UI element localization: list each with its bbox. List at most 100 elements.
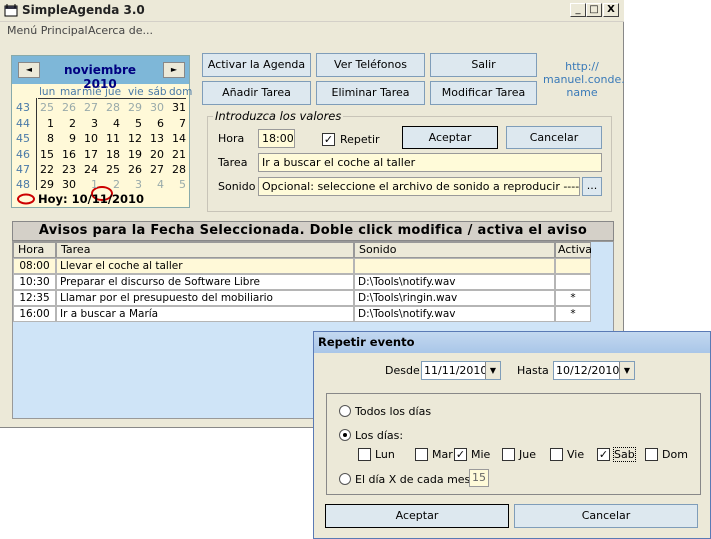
dialog-cancelar-button[interactable]: Cancelar: [514, 504, 698, 528]
table-cell[interactable]: Ir a buscar a María: [56, 306, 354, 322]
calendar-day[interactable]: 27: [144, 163, 164, 176]
calendar-day[interactable]: 14: [166, 132, 186, 145]
calendar-day[interactable]: 24: [78, 163, 98, 176]
col-header-hora[interactable]: Hora: [13, 242, 56, 258]
table-cell[interactable]: 16:00: [13, 306, 56, 322]
col-header-tarea[interactable]: Tarea: [56, 242, 354, 258]
table-cell[interactable]: D:\Tools\notify.wav: [354, 306, 555, 322]
calendar-day[interactable]: 18: [100, 148, 120, 161]
calendar-day[interactable]: 23: [56, 163, 76, 176]
calendar-day[interactable]: 6: [144, 117, 164, 130]
today-label[interactable]: Hoy: 10/11/2010: [38, 192, 144, 206]
calendar-day[interactable]: 3: [122, 178, 142, 191]
day-checkbox[interactable]: [415, 448, 428, 461]
calendar-day[interactable]: 26: [56, 101, 76, 114]
calendar-day[interactable]: 1: [34, 117, 54, 130]
calendar-day[interactable]: 15: [34, 148, 54, 161]
calendar-day[interactable]: 7: [166, 117, 186, 130]
radio-todos[interactable]: [339, 405, 351, 417]
calendar-day[interactable]: 19: [122, 148, 142, 161]
calendar-day[interactable]: 3: [78, 117, 98, 130]
hasta-select[interactable]: 10/12/2010 ▼: [553, 361, 635, 380]
cancelar-button[interactable]: Cancelar: [506, 126, 602, 149]
table-cell[interactable]: Llamar por el presupuesto del mobiliario: [56, 290, 354, 306]
dropdown-arrow-icon[interactable]: ▼: [619, 362, 634, 379]
table-cell[interactable]: 10:30: [13, 274, 56, 290]
eliminar-tarea-button[interactable]: Eliminar Tarea: [316, 81, 425, 105]
table-cell[interactable]: 08:00: [13, 258, 56, 274]
calendar-day[interactable]: 30: [56, 178, 76, 191]
calendar-day[interactable]: 25: [100, 163, 120, 176]
calendar-day[interactable]: 4: [144, 178, 164, 191]
calendar-day[interactable]: 12: [122, 132, 142, 145]
table-cell[interactable]: D:\Tools\ringin.wav: [354, 290, 555, 306]
calendar-day[interactable]: 21: [166, 148, 186, 161]
table-cell[interactable]: [354, 258, 555, 274]
table-cell[interactable]: *: [555, 306, 591, 322]
calendar-day[interactable]: 27: [78, 101, 98, 114]
calendar-day[interactable]: 22: [34, 163, 54, 176]
day-checkbox[interactable]: ✓: [454, 448, 467, 461]
modificar-tarea-button[interactable]: Modificar Tarea: [430, 81, 537, 105]
table-cell[interactable]: D:\Tools\notify.wav: [354, 274, 555, 290]
table-cell[interactable]: [555, 258, 591, 274]
col-header-activa[interactable]: Activa: [555, 242, 592, 258]
menu-principal[interactable]: Menú Principal: [7, 24, 88, 37]
table-cell[interactable]: [555, 274, 591, 290]
aceptar-button[interactable]: Aceptar: [402, 126, 498, 149]
calendar-day[interactable]: 20: [144, 148, 164, 161]
calendar-day[interactable]: 29: [122, 101, 142, 114]
dialog-aceptar-button[interactable]: Aceptar: [325, 504, 509, 528]
sonido-input[interactable]: Opcional: seleccione el archivo de sonid…: [258, 177, 580, 196]
calendar-day[interactable]: 25: [34, 101, 54, 114]
table-cell[interactable]: Llevar el coche al taller: [56, 258, 354, 274]
calendar-day[interactable]: 30: [144, 101, 164, 114]
dia-x-input[interactable]: 15: [469, 469, 489, 487]
day-checkbox[interactable]: [550, 448, 563, 461]
next-month-button[interactable]: ►: [163, 62, 185, 78]
calendar-day[interactable]: 2: [56, 117, 76, 130]
activar-agenda-button[interactable]: Activar la Agenda: [202, 53, 311, 77]
calendar[interactable]: ◄ noviembre 2010 ► lun mar mié jue vie s…: [11, 55, 192, 208]
day-checkbox[interactable]: [502, 448, 515, 461]
calendar-day[interactable]: 28: [100, 101, 120, 114]
close-button[interactable]: X: [603, 3, 619, 17]
maximize-button[interactable]: □: [586, 3, 602, 17]
day-checkbox[interactable]: ✓: [597, 448, 610, 461]
calendar-day[interactable]: 2: [100, 178, 120, 191]
radio-dia-x[interactable]: [339, 473, 351, 485]
calendar-day[interactable]: 5: [122, 117, 142, 130]
minimize-button[interactable]: _: [570, 3, 586, 17]
calendar-day[interactable]: 13: [144, 132, 164, 145]
menu-acerca-de[interactable]: Acerca de...: [88, 24, 153, 37]
salir-button[interactable]: Salir: [430, 53, 537, 77]
calendar-day[interactable]: 9: [56, 132, 76, 145]
table-cell[interactable]: 12:35: [13, 290, 56, 306]
tarea-input[interactable]: Ir a buscar el coche al taller: [258, 153, 602, 172]
col-header-sonido[interactable]: Sonido: [354, 242, 555, 258]
calendar-day[interactable]: 28: [166, 163, 186, 176]
calendar-day[interactable]: 26: [122, 163, 142, 176]
ver-telefonos-button[interactable]: Ver Teléfonos: [316, 53, 425, 77]
browse-sound-button[interactable]: ...: [582, 177, 602, 196]
calendar-day[interactable]: 11: [100, 132, 120, 145]
calendar-day[interactable]: 31: [166, 101, 186, 114]
calendar-day[interactable]: 17: [78, 148, 98, 161]
prev-month-button[interactable]: ◄: [18, 62, 40, 78]
dropdown-arrow-icon[interactable]: ▼: [485, 362, 500, 379]
day-checkbox[interactable]: [358, 448, 371, 461]
table-cell[interactable]: *: [555, 290, 591, 306]
radio-dias[interactable]: [339, 429, 351, 441]
calendar-day[interactable]: 4: [100, 117, 120, 130]
calendar-day[interactable]: 29: [34, 178, 54, 191]
table-cell[interactable]: Preparar el discurso de Software Libre: [56, 274, 354, 290]
desde-select[interactable]: 11/11/2010 ▼: [421, 361, 501, 380]
calendar-day[interactable]: 5: [166, 178, 186, 191]
calendar-day[interactable]: 1: [78, 178, 98, 191]
repetir-checkbox[interactable]: ✓: [322, 133, 335, 146]
author-link[interactable]: http:// manuel.conde. name: [543, 60, 625, 99]
hora-input[interactable]: 18:00: [258, 129, 295, 148]
anadir-tarea-button[interactable]: Añadir Tarea: [202, 81, 311, 105]
calendar-day[interactable]: 10: [78, 132, 98, 145]
calendar-day[interactable]: 8: [34, 132, 54, 145]
